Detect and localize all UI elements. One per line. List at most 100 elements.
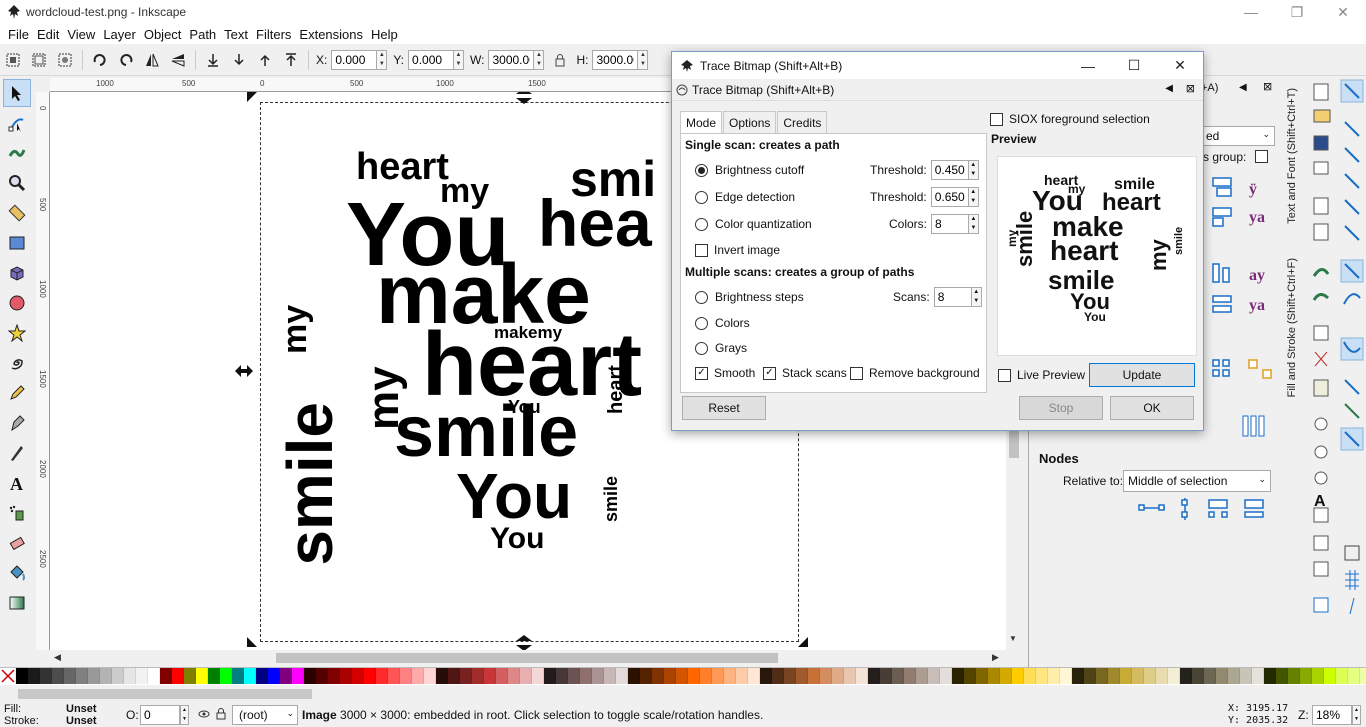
scroll-down-icon[interactable]: ▼ <box>1009 634 1017 643</box>
ok-button[interactable]: OK <box>1110 396 1194 420</box>
color-swatch[interactable] <box>88 668 100 684</box>
tab-credits[interactable]: Credits <box>777 111 828 134</box>
color-swatch[interactable] <box>1360 668 1366 684</box>
color-swatch[interactable] <box>1132 668 1144 684</box>
color-swatch[interactable] <box>928 668 940 684</box>
dock-close-icon[interactable]: ⊠ <box>1263 80 1272 93</box>
color-swatch[interactable] <box>364 668 376 684</box>
tab-text-and-font[interactable]: Text and Font (Shift+Ctrl+T) <box>1286 88 1298 224</box>
color-swatch[interactable] <box>1288 668 1300 684</box>
x-stepper[interactable]: ▲ ▼ <box>377 49 388 70</box>
stack-scans-option[interactable]: ✓ Stack scans <box>763 366 847 380</box>
edge-detection-option[interactable]: Edge detection <box>695 190 795 204</box>
color-swatch[interactable] <box>1216 668 1228 684</box>
color-swatch[interactable] <box>64 668 76 684</box>
lower-icon[interactable] <box>229 50 249 70</box>
rotate-ccw-icon[interactable] <box>90 50 110 70</box>
color-swatch[interactable] <box>472 668 484 684</box>
scans-stepper[interactable]: ▲ ▼ <box>971 287 982 307</box>
color-quantization-radio[interactable] <box>695 217 708 231</box>
color-swatch[interactable] <box>280 668 292 684</box>
color-swatch[interactable] <box>916 668 928 684</box>
y-stepper[interactable]: ▲ ▼ <box>454 49 465 70</box>
dock-collapse-icon[interactable]: ◀ <box>1239 82 1247 93</box>
flip-vertical-icon[interactable] <box>168 50 188 70</box>
color-swatch[interactable] <box>640 668 652 684</box>
color-swatch[interactable] <box>196 668 208 684</box>
dialog-minimize-button[interactable]: — <box>1065 52 1111 79</box>
color-swatch[interactable] <box>1336 668 1348 684</box>
ellipse-tool-icon[interactable] <box>3 289 31 317</box>
color-swatch[interactable] <box>1168 668 1180 684</box>
color-swatch[interactable] <box>184 668 196 684</box>
color-swatch[interactable] <box>1036 668 1048 684</box>
color-swatch[interactable] <box>340 668 352 684</box>
color-swatch[interactable] <box>1252 668 1264 684</box>
menu-path[interactable]: Path <box>185 27 220 42</box>
color-swatch[interactable] <box>676 668 688 684</box>
menu-extensions[interactable]: Extensions <box>295 27 367 42</box>
color-swatch[interactable] <box>412 668 424 684</box>
zoom-stepper[interactable]: ▲ ▼ <box>1352 705 1361 725</box>
color-swatch[interactable] <box>772 668 784 684</box>
pencil-tool-icon[interactable] <box>3 379 31 407</box>
x-input[interactable] <box>331 49 378 70</box>
stop-button[interactable]: Stop <box>1019 396 1103 420</box>
color-swatch[interactable] <box>304 668 316 684</box>
select-all-layers-icon[interactable] <box>29 50 49 70</box>
color-swatch[interactable] <box>16 668 28 684</box>
color-swatch[interactable] <box>808 668 820 684</box>
color-swatch[interactable] <box>232 668 244 684</box>
scans-input[interactable] <box>933 287 972 307</box>
color-swatch[interactable] <box>892 668 904 684</box>
tweak-tool-icon[interactable] <box>3 139 31 167</box>
color-swatch[interactable] <box>436 668 448 684</box>
color-swatch[interactable] <box>832 668 844 684</box>
menu-file[interactable]: File <box>4 27 33 42</box>
node-align-icons[interactable] <box>1137 496 1277 522</box>
raise-to-top-icon[interactable] <box>281 50 301 70</box>
color-swatch[interactable] <box>580 668 592 684</box>
flip-horizontal-icon[interactable] <box>142 50 162 70</box>
vertical-ruler[interactable]: 0 500 1000 1500 2000 2500 <box>36 92 50 650</box>
calligraphy-tool-icon[interactable] <box>3 439 31 467</box>
color-swatch[interactable] <box>1096 668 1108 684</box>
color-swatch[interactable] <box>1348 668 1360 684</box>
color-swatch[interactable] <box>688 668 700 684</box>
color-swatch[interactable] <box>1012 668 1024 684</box>
spray-tool-icon[interactable] <box>3 499 31 527</box>
colors-option[interactable]: Colors <box>695 316 750 330</box>
snap-icons[interactable]: » <box>1338 78 1366 659</box>
color-swatch[interactable] <box>520 668 532 684</box>
color-swatch[interactable] <box>820 668 832 684</box>
menu-edit[interactable]: Edit <box>33 27 63 42</box>
color-swatch[interactable] <box>52 668 64 684</box>
layer-visibility-icon[interactable] <box>198 708 210 723</box>
paint-bucket-tool-icon[interactable] <box>3 559 31 587</box>
spiral-tool-icon[interactable] <box>3 349 31 377</box>
invert-image-option[interactable]: Invert image <box>695 243 780 257</box>
color-swatch[interactable] <box>1204 668 1216 684</box>
distribute-icon[interactable] <box>1241 414 1267 440</box>
eraser-tool-icon[interactable] <box>3 529 31 557</box>
color-swatch[interactable] <box>1048 668 1060 684</box>
color-swatch[interactable] <box>484 668 496 684</box>
color-swatch[interactable] <box>988 668 1000 684</box>
reset-button[interactable]: Reset <box>682 396 766 420</box>
color-swatch[interactable] <box>376 668 388 684</box>
color-swatch[interactable] <box>940 668 952 684</box>
color-swatch[interactable] <box>496 668 508 684</box>
node-tool-icon[interactable] <box>3 109 31 137</box>
palette-scroll-thumb[interactable] <box>18 689 312 699</box>
rotate-cw-icon[interactable] <box>116 50 136 70</box>
color-swatch[interactable] <box>700 668 712 684</box>
color-palette[interactable] <box>0 667 1366 685</box>
stack-scans-checkbox[interactable]: ✓ <box>763 366 776 380</box>
color-swatch[interactable] <box>1120 668 1132 684</box>
color-swatch[interactable] <box>904 668 916 684</box>
color-swatch[interactable] <box>784 668 796 684</box>
threshold-2-input[interactable] <box>930 187 969 207</box>
relative-to-dropdown[interactable]: Middle of selection ⌄ <box>1123 470 1271 492</box>
pen-tool-icon[interactable] <box>3 409 31 437</box>
color-swatch[interactable] <box>1300 668 1312 684</box>
